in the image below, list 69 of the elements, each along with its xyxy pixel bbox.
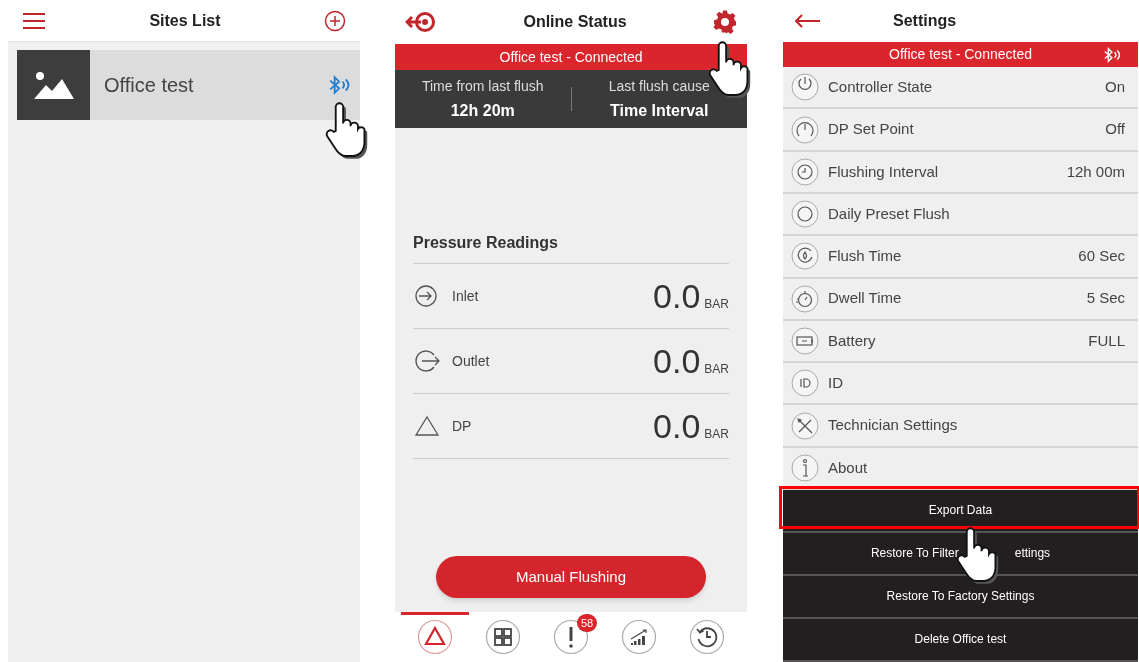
tools-icon xyxy=(791,411,819,440)
stat-value: 12h 20m xyxy=(450,100,515,121)
settings-row[interactable]: Controller State On xyxy=(783,67,1138,110)
reading-label: DP xyxy=(452,416,473,436)
id-badge-icon xyxy=(791,369,819,398)
setting-label: Controller State xyxy=(828,77,934,98)
menu-icon[interactable] xyxy=(22,11,46,30)
settings-row[interactable]: Technician Settings xyxy=(783,405,1138,448)
stat-label: Time from last flush xyxy=(421,76,544,96)
setting-label: Flush Time xyxy=(828,246,903,267)
manual-flushing-button[interactable]: Manual Flushing xyxy=(436,556,706,598)
settings-row[interactable]: Flushing Interval 12h 00m xyxy=(783,151,1138,194)
reading-value: 0.0 xyxy=(653,279,701,313)
setting-label: Flushing Interval xyxy=(828,161,940,182)
refresh-drop-icon xyxy=(791,242,819,271)
stat-value: Time Interval xyxy=(610,100,709,121)
setting-label: Technician Settings xyxy=(828,415,959,436)
notification-badge: 58 xyxy=(577,614,597,632)
screen-title: Sites List xyxy=(149,10,221,31)
setting-value: Off xyxy=(1105,119,1125,140)
section-title: Pressure Readings xyxy=(413,231,729,264)
reading-value: 0.0 xyxy=(653,409,701,443)
add-icon[interactable] xyxy=(324,9,346,32)
dp-icon xyxy=(414,414,442,438)
site-name: Office test xyxy=(104,73,195,98)
connection-banner: Office test - Connected xyxy=(395,44,747,70)
disconnect-icon[interactable] xyxy=(405,11,437,33)
setting-label: Dwell Time xyxy=(828,288,903,309)
stat-label: Last flush cause xyxy=(608,76,710,96)
banner-text: Office test - Connected xyxy=(889,45,1032,65)
image-placeholder-icon xyxy=(33,71,74,99)
reading-label: Outlet xyxy=(452,351,491,371)
reading-value: 0.0 xyxy=(653,344,701,378)
screen-title: Online Status xyxy=(523,12,627,32)
reading-unit: BAR xyxy=(704,361,729,378)
setting-label: Daily Preset Flush xyxy=(828,203,951,224)
reading-label: Inlet xyxy=(452,286,480,306)
reading-unit: BAR xyxy=(704,426,729,443)
settings-row[interactable]: Dwell Time 5 Sec xyxy=(783,278,1138,321)
screen-title: Settings xyxy=(893,11,957,32)
setting-value: 12h 00m xyxy=(1066,161,1125,182)
setting-value: 5 Sec xyxy=(1086,288,1125,309)
setting-label: DP Set Point xyxy=(828,119,915,140)
power-icon xyxy=(791,73,819,102)
info-icon xyxy=(791,453,819,482)
setting-label: About xyxy=(828,457,869,478)
battery-icon xyxy=(791,326,819,355)
setting-value: FULL xyxy=(1088,330,1125,351)
signal-chart-icon[interactable] xyxy=(621,619,657,655)
gauge-icon xyxy=(791,115,819,144)
clock-icon xyxy=(791,157,819,186)
back-arrow-icon[interactable] xyxy=(795,14,821,29)
settings-row[interactable]: Flush Time 60 Sec xyxy=(783,236,1138,279)
settings-icon[interactable] xyxy=(713,10,737,34)
history-icon[interactable] xyxy=(689,619,725,655)
settings-row[interactable]: Daily Preset Flush xyxy=(783,194,1138,237)
reading-unit: BAR xyxy=(704,296,729,313)
grid-icon[interactable] xyxy=(485,619,521,655)
setting-value: 60 Sec xyxy=(1078,246,1125,267)
settings-row[interactable]: DP Set Point Off xyxy=(783,109,1138,152)
setting-label: Battery xyxy=(828,330,877,351)
settings-row[interactable]: ID xyxy=(783,363,1138,406)
stopwatch-icon xyxy=(791,284,819,313)
outlet-icon xyxy=(414,349,442,373)
settings-row[interactable]: Battery FULL xyxy=(783,320,1138,364)
site-row[interactable]: Office test xyxy=(17,50,360,120)
bluetooth-signal-icon xyxy=(1102,47,1120,64)
setting-value: On xyxy=(1105,77,1125,98)
setting-label: ID xyxy=(828,373,844,393)
